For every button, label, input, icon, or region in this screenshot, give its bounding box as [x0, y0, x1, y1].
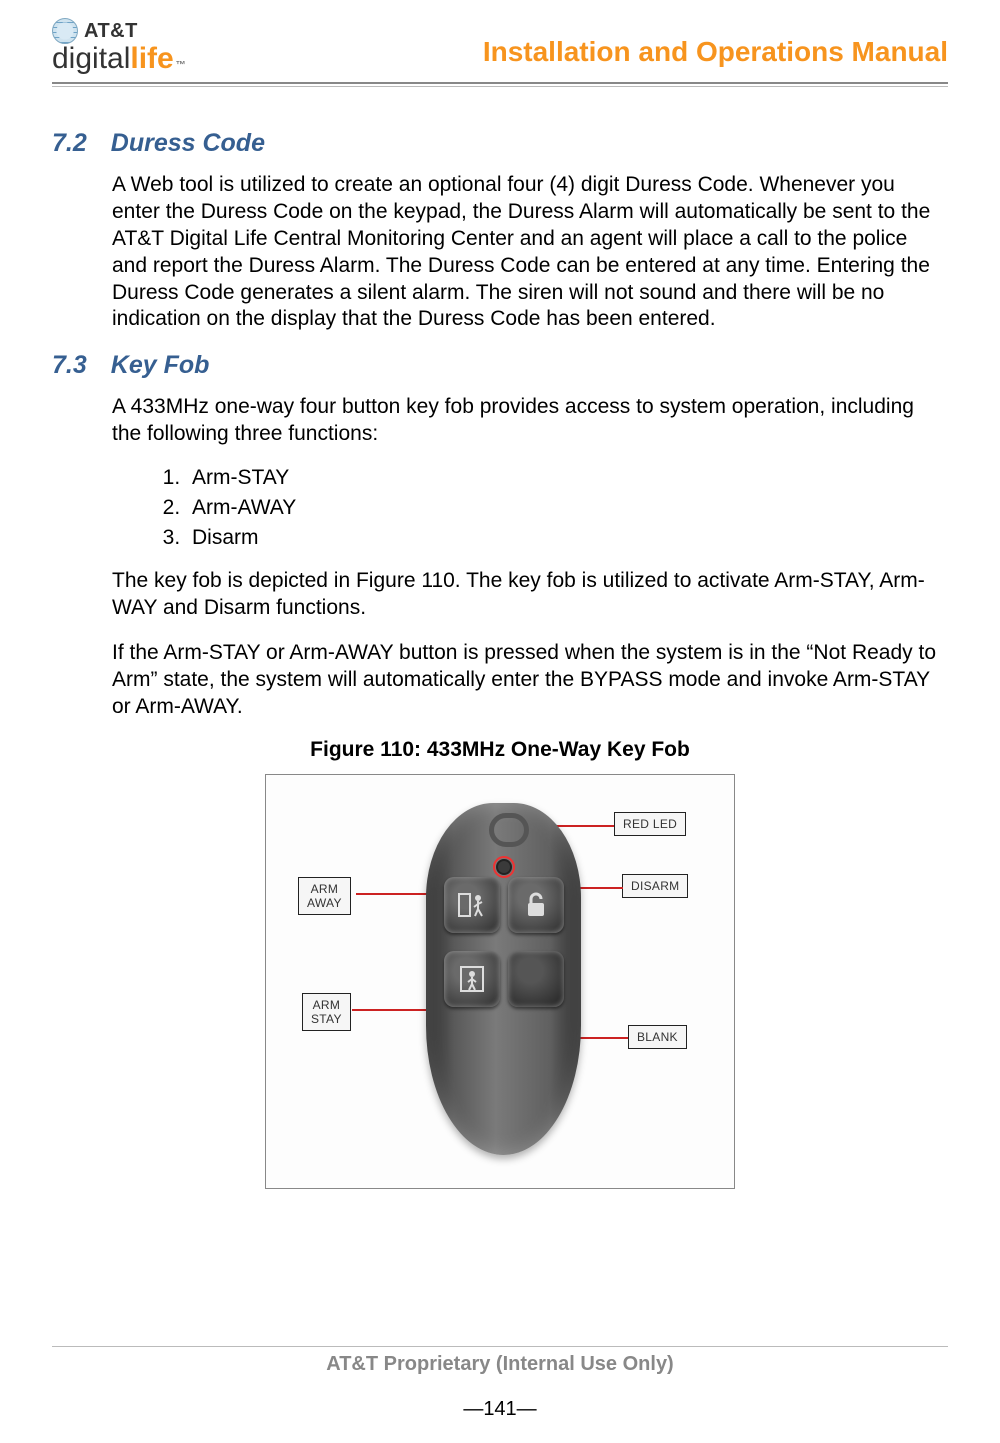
section-7-3-p2: The key fob is depicted in Figure 110. T…	[112, 568, 948, 622]
list-item: Disarm	[186, 526, 948, 550]
brand-top: AT&T	[84, 21, 138, 41]
blank-button-icon	[508, 951, 564, 1007]
header-rule-thick	[52, 82, 948, 84]
list-item: Arm-STAY	[186, 466, 948, 490]
disarm-button-icon	[508, 877, 564, 933]
section-title: Key Fob	[111, 351, 210, 380]
arm-stay-button-icon	[444, 951, 500, 1007]
section-number: 7.2	[52, 129, 87, 158]
section-7-3-p3: If the Arm-STAY or Arm-AWAY button is pr…	[112, 640, 948, 721]
section-title: Duress Code	[111, 129, 265, 158]
callout-arm-stay: ARM STAY	[302, 993, 351, 1031]
att-globe-icon	[52, 18, 78, 44]
section-heading-7-3: 7.3 Key Fob	[52, 351, 948, 380]
brand-digital: digital	[52, 44, 130, 74]
callout-red-led: RED LED	[614, 812, 686, 836]
section-number: 7.3	[52, 351, 87, 380]
figure-110-keyfob: ARM AWAY ARM STAY RED LED DISARM BLANK	[265, 774, 735, 1189]
person-exit-icon	[457, 890, 487, 920]
document-header: AT&T digitallife™ Installation and Opera…	[52, 18, 948, 80]
keyfob-body	[426, 803, 581, 1155]
brand-logo: AT&T digitallife™	[52, 18, 186, 74]
page-number: ―141―	[52, 1398, 948, 1421]
arm-away-button-icon	[444, 877, 500, 933]
section-7-2-paragraph: A Web tool is utilized to create an opti…	[112, 172, 948, 333]
person-inside-icon	[457, 964, 487, 994]
footer-rule	[52, 1346, 948, 1347]
trademark-symbol: ™	[174, 61, 186, 71]
figure-caption: Figure 110: 433MHz One-Way Key Fob	[52, 738, 948, 762]
function-list: Arm-STAY Arm-AWAY Disarm	[160, 466, 948, 550]
callout-disarm: DISARM	[622, 874, 688, 898]
led-highlight-ring	[493, 856, 515, 878]
section-heading-7-2: 7.2 Duress Code	[52, 129, 948, 158]
list-item: Arm-AWAY	[186, 496, 948, 520]
document-title: Installation and Operations Manual	[483, 36, 948, 74]
brand-life: life	[130, 44, 173, 74]
section-7-3-intro: A 433MHz one-way four button key fob pro…	[112, 394, 948, 448]
document-body: 7.2 Duress Code A Web tool is utilized t…	[52, 87, 948, 1189]
footer-proprietary: AT&T Proprietary (Internal Use Only)	[52, 1353, 948, 1376]
callout-blank: BLANK	[628, 1025, 687, 1049]
page-footer: AT&T Proprietary (Internal Use Only) ―14…	[52, 1346, 948, 1421]
callout-arm-away: ARM AWAY	[298, 877, 351, 915]
unlock-icon	[522, 891, 550, 919]
